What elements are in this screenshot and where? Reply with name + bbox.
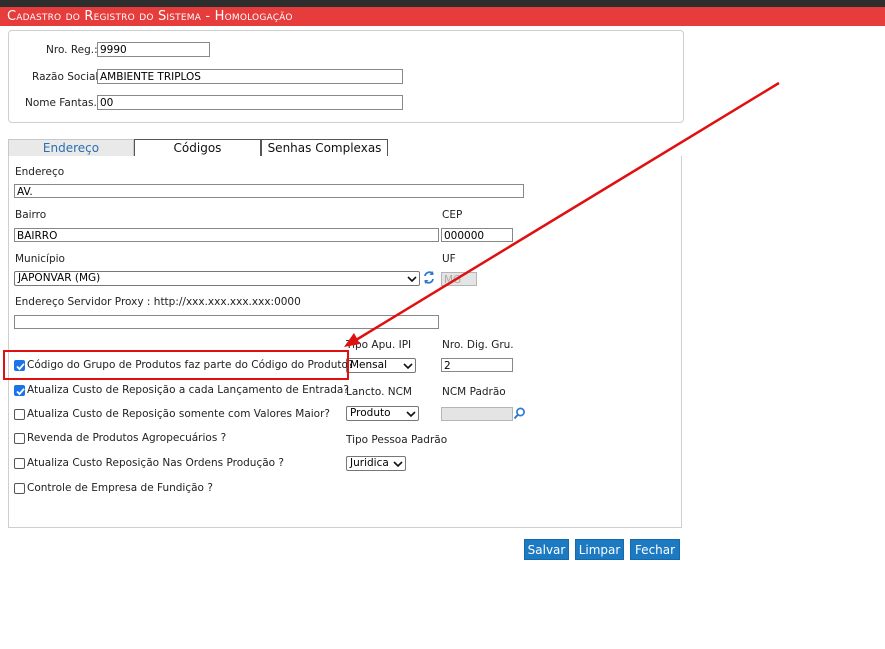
close-button[interactable]: Fechar (630, 539, 680, 560)
clear-button[interactable]: Limpar (575, 539, 624, 560)
save-button[interactable]: Salvar (524, 539, 569, 560)
annotation-arrow (344, 81, 780, 347)
